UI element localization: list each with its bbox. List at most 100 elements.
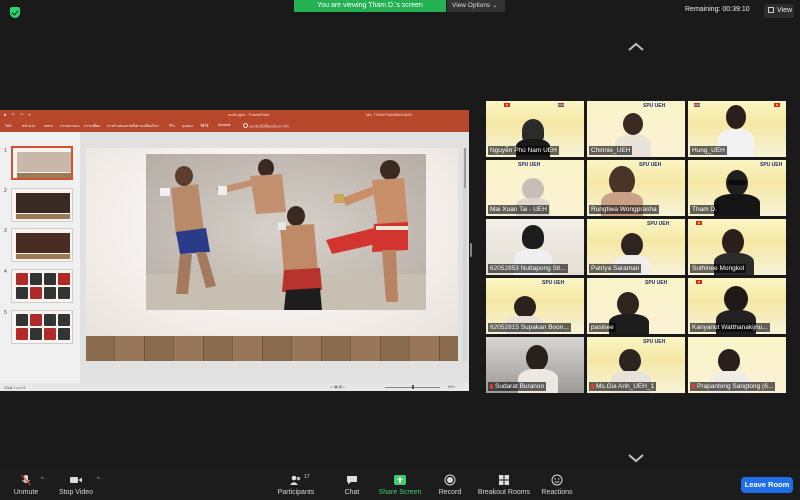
banner-title: SPU UEH (760, 162, 783, 168)
ribbon-tab-home[interactable]: หน้าแรก (22, 123, 35, 129)
participant-tile[interactable]: SPU UEH Chinnie_UEH (587, 101, 685, 157)
slide-thumbnail-2[interactable] (11, 188, 73, 222)
participant-head (621, 233, 643, 257)
slide-thumbnail-5[interactable] (11, 310, 73, 344)
ribbon-tab-review[interactable]: รีวิว (169, 123, 175, 129)
audio-options-caret-icon[interactable]: ^ (41, 477, 44, 483)
participant-name-muted: Prapantong Sangtong (6... (690, 382, 776, 391)
slide-thumbnail-3[interactable] (11, 228, 73, 262)
leave-room-button[interactable]: Leave Room (741, 477, 793, 493)
participant-head (522, 178, 544, 200)
participant-tile[interactable]: SPU UEH Rungtiwa Wongprasha (587, 160, 685, 216)
participant-tile[interactable]: SPU UEH 62052815 Supakan Boon... (486, 278, 584, 334)
participant-name: 62052853 Nuttapong Sit... (488, 264, 568, 273)
chat-button[interactable]: Chat (338, 474, 366, 496)
quick-access-icons[interactable]: ■ ↶ ↷ ▾ (4, 112, 32, 117)
thumb-number: 2 (4, 188, 7, 194)
participant-name: Chinnie_UEH (589, 146, 633, 155)
unmute-label: Unmute (13, 489, 39, 496)
slide-thumbnail-4[interactable] (11, 269, 73, 303)
participant-name: Mai Xuan Tai - UEH (488, 205, 549, 214)
banner-title: SPU UEH (643, 339, 666, 345)
participants-button[interactable]: Participants (276, 474, 316, 496)
smiley-face-icon (540, 474, 574, 486)
vietnam-flag-icon (504, 103, 510, 107)
thumb-floor (16, 214, 70, 219)
slide-thumbnail-panel: 1 2 3 4 5 (0, 132, 80, 385)
participant-tile[interactable]: Sudarat Buranon (486, 337, 584, 393)
current-slide[interactable] (86, 148, 458, 361)
tell-me-search[interactable]: บอกฉันสิ่งที่คุณต้องการทำ (243, 123, 289, 130)
zoom-window: You are viewing Tham D.'s screen View Op… (0, 0, 800, 500)
participant-tile[interactable]: SPU UEH Ms.Gia Anh_UEH_1 (587, 337, 685, 393)
record-button[interactable]: Record (435, 474, 465, 496)
view-options-button[interactable]: View Options ⌄ (447, 0, 505, 12)
ribbon-tab-animations[interactable]: การเคลื่อนไหว (136, 123, 159, 129)
video-options-caret-icon[interactable]: ^ (97, 477, 100, 483)
chat-label: Chat (344, 489, 360, 496)
sunglasses-icon (728, 180, 746, 185)
participant-tile[interactable]: Nguyễn Phú Nam UEH (486, 101, 584, 157)
muted-mic-icon (591, 383, 594, 389)
participant-tile[interactable]: Kanyanut Watthanakijnu... (688, 278, 786, 334)
thumb-image-grid (16, 273, 70, 299)
participant-tile[interactable]: SPU UEH pasinee (587, 278, 685, 334)
meeting-toolbar: Unmute ^ Stop Video ^ Participants 17 Ch… (0, 470, 800, 500)
view-mode-icons[interactable]: ▭ ▦ ▤ ▷ (330, 385, 346, 389)
chevron-down-icon: ⌄ (492, 3, 498, 9)
ribbon-tab-acrobat[interactable]: Acrobat (218, 123, 230, 127)
shared-screen-powerpoint[interactable]: ■ ↶ ↷ ▾ nuxtr.pptx - PowerPoint Ms. THAM… (0, 110, 469, 391)
participant-name-text: Ms.Gia Anh_UEH_1 (596, 383, 655, 390)
share-screen-arrow-icon (377, 474, 423, 486)
record-label: Record (438, 489, 462, 496)
reactions-button[interactable]: Reactions (540, 474, 574, 496)
breakout-rooms-button[interactable]: Breakout Rooms (477, 474, 531, 496)
gallery-scroll-up-chevron-icon[interactable] (627, 39, 645, 51)
share-screen-button[interactable]: Share Screen (377, 474, 423, 496)
ribbon-tab-transitions[interactable]: การเปลี่ยน (84, 123, 100, 129)
participant-tile[interactable]: Suthinee Mongkol (688, 219, 786, 275)
participant-name: 62052815 Supakan Boon... (488, 323, 571, 332)
ribbon-tab-view[interactable]: มุมมอง (182, 123, 193, 129)
banner-title: SPU UEH (643, 103, 666, 109)
ribbon-tab-design[interactable]: การออกแบบ (60, 123, 80, 129)
thumb-number: 5 (4, 310, 7, 316)
zoom-slider[interactable] (385, 385, 440, 389)
slide-thumbnail-1[interactable] (11, 146, 73, 180)
gallery-scroll-down-chevron-icon[interactable] (627, 450, 645, 463)
ribbon-tab-help[interactable]: วิธีใช้ (200, 123, 208, 129)
app-name-text: PowerPoint (248, 112, 270, 117)
participant-head (617, 292, 639, 316)
slide-vertical-scrollbar[interactable] (463, 148, 467, 361)
unmute-button[interactable]: Unmute (10, 474, 42, 496)
participant-body (714, 194, 760, 216)
view-button-label: View (777, 7, 793, 14)
security-shield-icon[interactable] (10, 7, 20, 18)
thailand-flag-icon (558, 103, 564, 107)
split-view-divider-handle[interactable] (470, 243, 472, 257)
ribbon-tab-slideshow[interactable]: การนำเสนอภาพนิ่ง (107, 123, 137, 129)
participant-tile[interactable]: Prapantong Sangtong (6... (688, 337, 786, 393)
participant-tile[interactable]: SPU UEH Mai Xuan Tai - UEH (486, 160, 584, 216)
breakout-rooms-grid-icon (477, 474, 531, 486)
banner-title: SPU UEH (647, 221, 670, 227)
ribbon-tab-file[interactable]: ไฟล์ (5, 123, 12, 129)
banner-title: SPU UEH (639, 162, 662, 168)
thailand-flag-icon (694, 103, 700, 107)
participant-tile[interactable]: SPU UEH Patriya Saraman (587, 219, 685, 275)
participant-tile[interactable]: 62052853 Nuttapong Sit... (486, 219, 584, 275)
ribbon-tab-insert[interactable]: แทรก (44, 123, 53, 129)
stop-video-label: Stop Video (58, 489, 94, 496)
participant-name-text: Prapantong Sangtong (6... (697, 383, 774, 390)
ppt-document-name: nuxtr.pptx - PowerPoint (228, 112, 270, 117)
thumb-image (16, 193, 70, 213)
ppt-user-name: Ms. THAM SAMANGAMO (366, 112, 413, 117)
view-button[interactable]: View (764, 4, 794, 18)
participant-name: Rungtiwa Wongprasha (589, 205, 659, 214)
participant-tile[interactable]: Hung_UEH (688, 101, 786, 157)
thumb-image (16, 233, 70, 253)
participant-head (718, 349, 740, 373)
stop-video-button[interactable]: Stop Video (56, 474, 96, 496)
participant-tile-active-speaker[interactable]: SPU UEH Tham D. (688, 160, 786, 216)
participant-head (623, 113, 643, 135)
